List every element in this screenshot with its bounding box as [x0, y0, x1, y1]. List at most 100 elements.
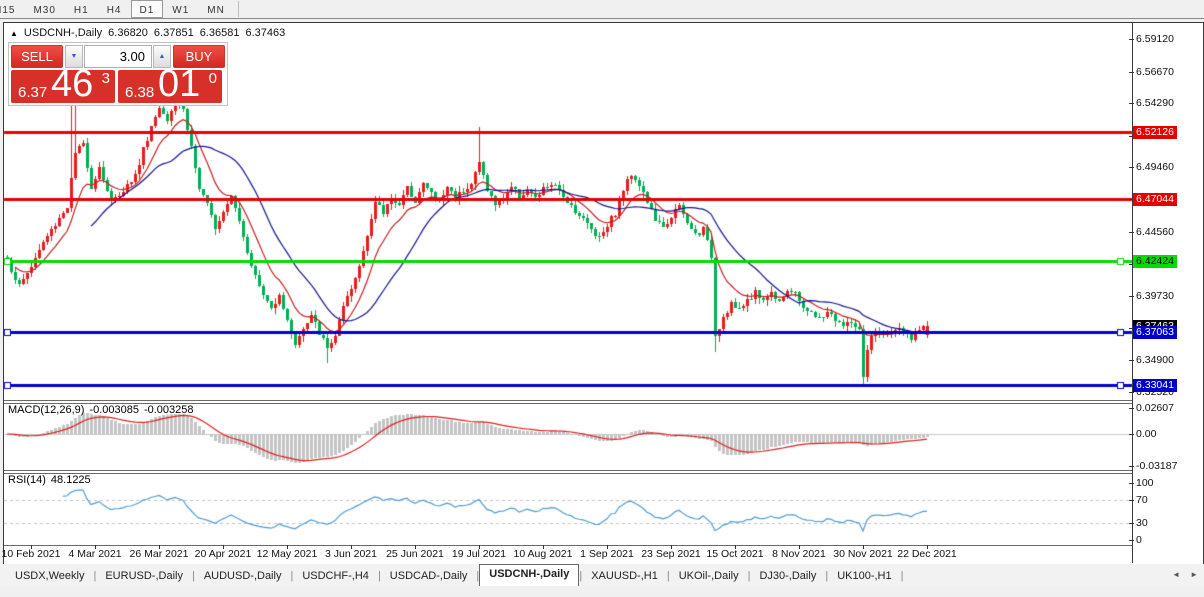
date-label: 20 Apr 2021	[194, 548, 252, 560]
sell-price-big: 46	[51, 63, 94, 105]
date-label: 10 Aug 2021	[513, 548, 573, 560]
chart-header: ▲ USDCNH-,Daily 6.36820 6.37851 6.36581 …	[10, 27, 285, 39]
price-tick-label: 6.59120	[1129, 33, 1174, 46]
price-tick-label: 6.56670	[1129, 66, 1174, 79]
rsi-label: RSI(14) 48.1225	[8, 474, 91, 486]
date-tick-mark	[223, 545, 224, 549]
pane-splitter[interactable]	[4, 473, 1132, 474]
tab-usdcnh-daily[interactable]: USDCNH-,Daily	[479, 564, 580, 586]
tab-audusd-daily[interactable]: AUDUSD-,Daily	[195, 567, 291, 586]
date-tick-mark	[479, 545, 480, 549]
date-label: 19 Jul 2021	[451, 548, 507, 560]
date-label: 12 May 2021	[256, 548, 318, 560]
hline-price-label: 6.52126	[1133, 125, 1177, 139]
price-tick-label: 0	[1129, 534, 1142, 547]
tab-ukoil-daily[interactable]: UKOil-,Daily	[670, 567, 748, 586]
price-tick-label: 6.54290	[1129, 97, 1174, 110]
ohlc-open: 6.36820	[108, 27, 148, 39]
date-label: 23 Sep 2021	[641, 548, 701, 560]
buy-price-big: 01	[158, 63, 201, 105]
ohlc-low: 6.36581	[199, 27, 240, 39]
chart-title: USDCNH-,Daily	[23, 27, 103, 39]
axis-tick-mark	[1129, 167, 1134, 169]
hline-price-label: 6.33041	[1133, 379, 1177, 393]
date-label: 26 Mar 2021	[129, 548, 189, 560]
axis-tick-mark	[1129, 103, 1134, 105]
price-tick-label: -0.03187	[1129, 460, 1177, 473]
tab-separator: |	[900, 570, 904, 582]
date-tick-mark	[351, 545, 352, 549]
price-tick-label: 6.34900	[1129, 354, 1174, 367]
price-tick-label: 0.02607	[1129, 402, 1174, 415]
ohlc-close: 6.37463	[245, 27, 286, 39]
tab-uk100-h1[interactable]: UK100-,H1	[828, 567, 900, 586]
macd-value: -0.003085	[89, 404, 139, 416]
date-tick-mark	[159, 545, 160, 549]
axis-tick-mark	[1129, 360, 1134, 362]
symbol-tab-bar: USDX,Weekly | EURUSD-,Daily | AUDUSD-,Daily |…	[0, 564, 1204, 586]
date-label: 15 Oct 2021	[706, 548, 764, 560]
axis-tick-mark	[1129, 392, 1134, 393]
tab-usdx-weekly[interactable]: USDX,Weekly	[6, 567, 93, 586]
macd-name: MACD(12,26,9)	[8, 404, 85, 416]
date-label: 25 Jun 2021	[386, 548, 444, 560]
tab-usdcad-daily[interactable]: USDCAD-,Daily	[381, 567, 477, 586]
price-tick-label: 6.49460	[1129, 161, 1174, 174]
collapse-panel-icon[interactable]: ▲	[10, 29, 18, 38]
date-label: 3 Jun 2021	[325, 548, 377, 560]
sell-price-pip: 3	[101, 70, 110, 87]
price-tick-label: 6.39730	[1129, 290, 1174, 303]
axis-tick-mark	[1129, 39, 1134, 40]
tab-scroll-left-icon[interactable]: ◄	[1172, 570, 1180, 579]
date-label: 22 Dec 2021	[897, 548, 957, 560]
pane-splitter[interactable]	[4, 400, 1132, 401]
macd-signal-value: -0.003258	[143, 404, 194, 416]
axis-tick-mark	[1129, 296, 1134, 298]
sell-price-prefix: 6.37	[18, 84, 48, 101]
macd-label: MACD(12,26,9) -0.003085 -0.003258	[8, 404, 194, 416]
tab-usdchf-h4[interactable]: USDCHF-,H4	[293, 567, 378, 586]
date-tick-mark	[31, 545, 32, 549]
hline-price-label: 6.42424	[1133, 254, 1177, 268]
buy-price-prefix: 6.38	[125, 84, 155, 101]
axis-tick-mark	[1129, 500, 1134, 502]
axis-tick-mark	[1129, 522, 1134, 524]
tab-scroll-right-icon[interactable]: ►	[1190, 570, 1198, 579]
tab-eurusd-daily[interactable]: EURUSD-,Daily	[96, 567, 192, 586]
rsi-value: 48.1225	[50, 474, 91, 486]
date-tick-mark	[927, 545, 928, 549]
date-label: 10 Feb 2021	[1, 548, 61, 560]
price-tick-label: 30	[1129, 517, 1148, 530]
tab-scroll-buttons: ◄ ►	[1172, 570, 1198, 579]
tab-xauusd-h1[interactable]: XAUUSD-,H1	[582, 567, 667, 586]
price-tick-label: 100	[1129, 477, 1154, 490]
one-click-trading-panel: SELL ▼ ▲ BUY 6.37 46 3 6.38 01 0	[8, 42, 228, 106]
volume-input[interactable]	[84, 45, 152, 68]
hline-price-label: 6.37063	[1133, 325, 1177, 339]
date-tick-mark	[863, 545, 864, 549]
date-tick-mark	[95, 545, 96, 549]
ohlc-high: 6.37851	[153, 27, 194, 39]
date-tick-mark	[543, 545, 544, 549]
date-tick-mark	[607, 545, 608, 549]
date-label: 1 Sep 2021	[580, 548, 634, 560]
buy-price-pip: 0	[208, 70, 217, 87]
price-tick-label: 6.44560	[1129, 226, 1174, 239]
pane-splitter	[4, 545, 1132, 546]
tab-dj30-daily[interactable]: DJ30-,Daily	[750, 567, 825, 586]
price-tick-label: 0.00	[1129, 428, 1156, 441]
date-label: 4 Mar 2021	[68, 548, 122, 560]
date-tick-mark	[799, 545, 800, 549]
price-tick-label: 70	[1129, 494, 1148, 507]
axis-tick-mark	[1129, 407, 1134, 409]
date-label: 30 Nov 2021	[833, 548, 893, 560]
sell-price-display[interactable]: 6.37 46 3	[11, 63, 115, 105]
axis-tick-mark	[1129, 232, 1134, 234]
axis-tick-mark	[1129, 71, 1134, 73]
buy-price-display[interactable]: 6.38 01 0	[118, 63, 222, 105]
axis-tick-mark	[1129, 540, 1134, 541]
date-tick-mark	[735, 545, 736, 549]
pane-splitter[interactable]	[4, 470, 1132, 471]
date-label: 8 Nov 2021	[772, 548, 826, 560]
hline-price-label: 6.47044	[1133, 193, 1177, 207]
